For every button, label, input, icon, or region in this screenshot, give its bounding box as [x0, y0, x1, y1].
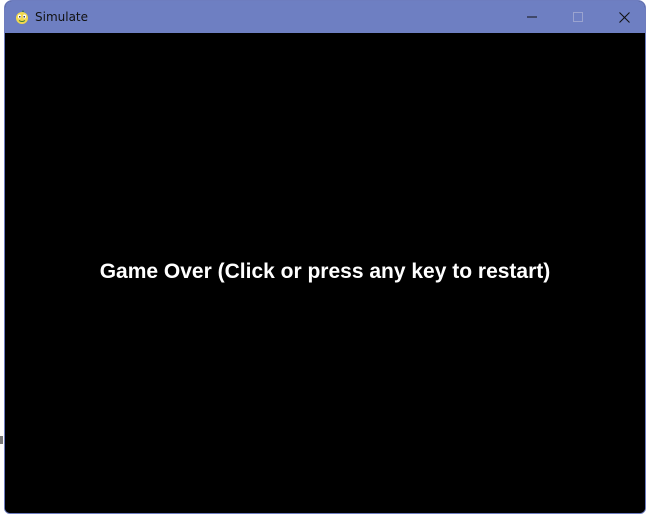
- close-button[interactable]: [601, 1, 645, 33]
- game-canvas[interactable]: Game Over (Click or press any key to res…: [5, 33, 645, 513]
- maximize-icon: [573, 12, 583, 22]
- background-window-edge: [0, 436, 3, 444]
- app-window: Simulate Game Over (Click or press any k…: [4, 0, 646, 514]
- close-icon: [618, 11, 630, 23]
- desktop: Simulate Game Over (Click or press any k…: [0, 0, 648, 518]
- game-over-message: Game Over (Click or press any key to res…: [99, 260, 551, 283]
- maximize-button[interactable]: [555, 1, 601, 33]
- pygame-snake-icon: [16, 10, 28, 24]
- minimize-button[interactable]: [509, 1, 555, 33]
- window-title: Simulate: [35, 10, 89, 24]
- minimize-icon: [527, 16, 537, 18]
- title-bar[interactable]: Simulate: [5, 1, 645, 33]
